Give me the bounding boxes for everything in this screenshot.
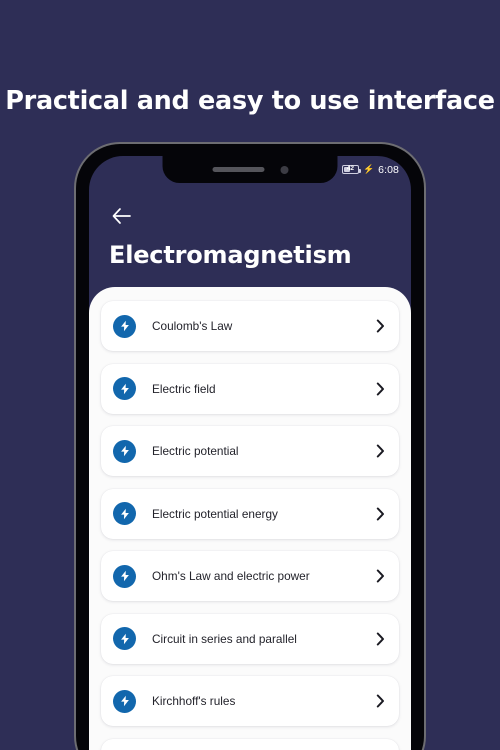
chevron-right-icon: [376, 382, 384, 395]
topic-list: Coulomb's Law Electric field Electric pote…: [101, 301, 399, 750]
bolt-icon: [113, 689, 136, 713]
bolt-icon: [113, 502, 136, 525]
list-item[interactable]: Electric potential energy: [101, 488, 399, 539]
page-title: Practical and easy to use interface: [5, 86, 495, 116]
list-item-label: Ohm's Law and electric power: [152, 569, 310, 583]
bolt-icon: [113, 564, 136, 588]
list-item[interactable]: Gauss's Law: [101, 738, 399, 750]
chevron-right-icon: [376, 319, 384, 333]
list-item[interactable]: Kirchhoff's rules: [101, 676, 399, 726]
list-item[interactable]: Electric potential: [101, 426, 399, 476]
app-header: Electromagnetism: [89, 183, 411, 269]
phone-notch: [162, 156, 338, 183]
bolt-icon: [113, 627, 136, 650]
battery-level-label: 42: [346, 165, 355, 173]
phone-screen: 42 ⚡ 6:08 Electromagnetism Coulomb's Law…: [89, 156, 411, 750]
list-item[interactable]: Coulomb's Law: [101, 301, 399, 351]
list-item[interactable]: Ohm's Law and electric power: [101, 551, 399, 601]
chevron-right-icon: [376, 569, 384, 583]
list-item[interactable]: Electric field: [101, 363, 399, 414]
list-item[interactable]: Circuit in series and parallel: [101, 613, 399, 664]
content-panel: Coulomb's Law Electric field Electric pote…: [89, 287, 411, 750]
bolt-icon: ⚡: [362, 164, 375, 174]
chevron-right-icon: [376, 694, 384, 708]
chevron-right-icon: [376, 632, 384, 645]
list-item-label: Circuit in series and parallel: [152, 631, 297, 646]
battery-icon: 42: [341, 165, 361, 174]
screen-title: Electromagnetism: [109, 241, 352, 269]
list-item-label: Electric field: [152, 381, 216, 396]
list-item-label: Electric potential energy: [152, 506, 278, 521]
speaker-grille-icon: [212, 167, 264, 172]
phone-bezel: 42 ⚡ 6:08 Electromagnetism Coulomb's Law…: [76, 144, 424, 750]
list-item-label: Electric potential: [152, 444, 239, 458]
bolt-icon: [113, 377, 136, 400]
list-item-label: Coulomb's Law: [152, 319, 233, 333]
back-arrow-icon[interactable]: [109, 205, 135, 227]
status-bar-clock: 6:08: [378, 163, 399, 176]
chevron-right-icon: [376, 444, 384, 458]
bolt-icon: [113, 439, 136, 463]
list-item-label: Kirchhoff's rules: [152, 694, 236, 708]
status-bar: 42 ⚡ 6:08: [341, 156, 411, 183]
chevron-right-icon: [376, 507, 384, 520]
phone-mockup: 42 ⚡ 6:08 Electromagnetism Coulomb's Law…: [74, 142, 426, 750]
front-camera-icon: [280, 165, 288, 174]
bolt-icon: [113, 314, 136, 338]
